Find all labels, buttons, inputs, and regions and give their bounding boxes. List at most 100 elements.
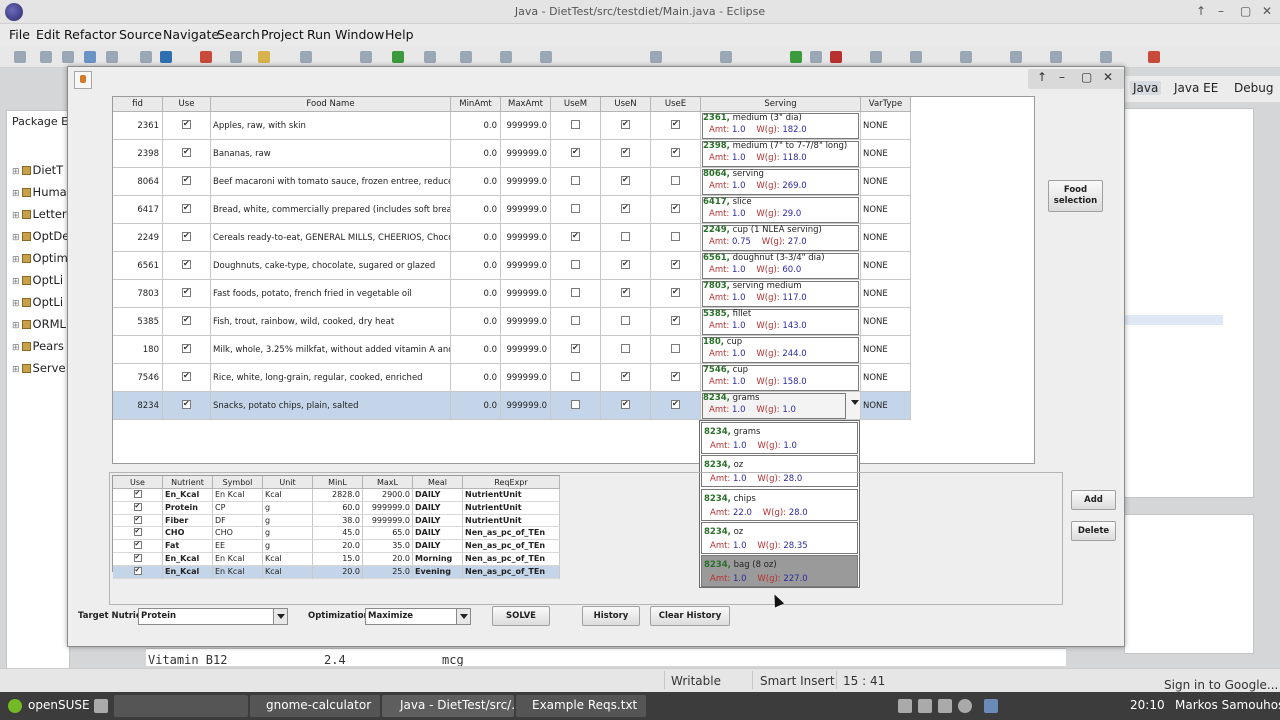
food-use-cell[interactable]: [163, 336, 211, 364]
food-usee-cell[interactable]: [651, 364, 701, 392]
serving-cell[interactable]: 6561, doughnut (3-3/4" dia) Amt: 1.0 W(g)…: [701, 252, 861, 280]
menu-search[interactable]: Search: [217, 27, 260, 42]
food-usen-checkbox[interactable]: [621, 232, 630, 241]
project-item[interactable]: ⊞ Pears: [12, 339, 64, 353]
food-usee-checkbox[interactable]: [671, 285, 680, 299]
dialog-maximize-icon[interactable]: ▢: [1081, 70, 1092, 84]
food-usem-cell[interactable]: [551, 168, 601, 196]
serving-option[interactable]: 8234, grams Amt: 1.0 W(g): 1.0: [701, 422, 858, 454]
nutrient-use-cell[interactable]: [113, 553, 163, 566]
terminate-icon[interactable]: [830, 51, 842, 63]
serving-cell[interactable]: 2361, medium (3" dia) Amt: 1.0 W(g): 182.…: [701, 112, 861, 140]
food-usen-checkbox[interactable]: [621, 344, 630, 353]
outline-view[interactable]: [1124, 108, 1254, 498]
food-usee-cell[interactable]: [651, 140, 701, 168]
chevron-down-icon[interactable]: [456, 609, 470, 624]
food-use-checkbox[interactable]: [182, 369, 191, 383]
task-view[interactable]: [1124, 514, 1254, 654]
serving-cell[interactable]: 2398, medium (7" to 7-7/8" long) Amt: 1.0…: [701, 140, 861, 168]
food-usem-checkbox[interactable]: [571, 260, 580, 269]
expand-icon[interactable]: ⊞: [12, 299, 20, 309]
food-usen-cell[interactable]: [601, 112, 651, 140]
col-usem[interactable]: UseM: [551, 97, 601, 112]
menu-run[interactable]: Run: [307, 27, 331, 42]
food-usee-cell[interactable]: [651, 196, 701, 224]
suspend-icon[interactable]: [810, 51, 822, 63]
food-use-checkbox[interactable]: [182, 257, 191, 271]
toggle-icon[interactable]: [300, 51, 312, 63]
food-usem-checkbox[interactable]: [571, 400, 580, 409]
ncol-nutrient[interactable]: Nutrient: [163, 476, 213, 489]
food-usen-cell[interactable]: [601, 308, 651, 336]
food-usee-cell[interactable]: [651, 308, 701, 336]
perspective-java[interactable]: Java: [1130, 81, 1162, 95]
print-icon[interactable]: [62, 51, 74, 63]
stop-icon[interactable]: [720, 51, 732, 63]
food-use-checkbox[interactable]: [182, 229, 191, 243]
forward-icon[interactable]: [1050, 51, 1062, 63]
ncol-maxl[interactable]: MaxL: [363, 476, 413, 489]
project-item[interactable]: ⊞ Serve: [12, 361, 66, 375]
google-sign-in[interactable]: Sign in to Google...: [1164, 678, 1279, 692]
menu-file[interactable]: File: [9, 27, 30, 42]
project-item[interactable]: ⊞ Optim: [12, 251, 68, 265]
col-usee[interactable]: UseE: [651, 97, 701, 112]
network-icon[interactable]: [918, 699, 932, 713]
nutrient-use-cell[interactable]: [113, 540, 163, 553]
system-tray-icon[interactable]: [938, 699, 952, 713]
chevron-down-icon[interactable]: [273, 609, 287, 624]
food-usen-cell[interactable]: [601, 364, 651, 392]
nutrient-use-checkbox[interactable]: [133, 515, 142, 526]
java-icon[interactable]: [160, 51, 172, 63]
last-edit-icon[interactable]: [1100, 51, 1112, 63]
expand-icon[interactable]: ⊞: [12, 277, 20, 287]
food-usee-checkbox[interactable]: [671, 176, 680, 185]
history-button[interactable]: History: [582, 606, 640, 626]
nutrient-use-checkbox[interactable]: [133, 527, 142, 538]
food-usen-checkbox[interactable]: [621, 316, 630, 325]
serving-cell[interactable]: 7546, cup Amt: 1.0 W(g): 158.0: [701, 364, 861, 392]
food-use-checkbox[interactable]: [182, 341, 191, 355]
taskbar-calculator[interactable]: gnome-calculator: [250, 695, 380, 717]
menu-source[interactable]: Source: [119, 27, 162, 42]
maximize-icon[interactable]: ▢: [1240, 4, 1251, 18]
food-usee-cell[interactable]: [651, 280, 701, 308]
food-use-cell[interactable]: [163, 168, 211, 196]
resume-icon[interactable]: [790, 51, 802, 63]
target-nutrient-combo[interactable]: Protein: [138, 608, 288, 625]
nutrient-use-cell[interactable]: [113, 565, 163, 579]
ncol-meal[interactable]: Meal: [413, 476, 463, 489]
food-usen-cell[interactable]: [601, 336, 651, 364]
delete-button[interactable]: Delete: [1071, 521, 1116, 541]
settings-icon[interactable]: [360, 51, 372, 63]
expand-icon[interactable]: ⊞: [12, 167, 20, 177]
food-usee-checkbox[interactable]: [671, 397, 680, 411]
history-back-icon[interactable]: [650, 51, 662, 63]
food-usem-checkbox[interactable]: [571, 120, 580, 129]
food-usem-cell[interactable]: [551, 336, 601, 364]
serving-cell[interactable]: 8064, serving Amt: 1.0 W(g): 269.0: [701, 168, 861, 196]
food-use-checkbox[interactable]: [182, 201, 191, 215]
next-annotation-icon[interactable]: [540, 51, 552, 63]
open-perspective-icon[interactable]: [460, 51, 472, 63]
solve-button[interactable]: SOLVE: [492, 606, 550, 626]
expand-icon[interactable]: ⊞: [12, 211, 20, 221]
perspective-java-ee[interactable]: Java EE: [1174, 81, 1218, 95]
external-tools-icon[interactable]: [424, 51, 436, 63]
food-usem-checkbox[interactable]: [571, 288, 580, 297]
step-return-icon[interactable]: [960, 51, 972, 63]
food-usen-checkbox[interactable]: [621, 257, 630, 271]
food-usee-cell[interactable]: [651, 112, 701, 140]
food-use-cell[interactable]: [163, 364, 211, 392]
debug-icon[interactable]: [84, 51, 96, 63]
food-usee-checkbox[interactable]: [671, 201, 680, 215]
menu-refactor[interactable]: Refactor: [64, 27, 116, 42]
expand-icon[interactable]: ⊞: [12, 255, 20, 265]
serving-cell[interactable]: 7803, serving medium Amt: 1.0 W(g): 117.0: [701, 280, 861, 308]
food-use-cell[interactable]: [163, 308, 211, 336]
serving-cell[interactable]: 8234, grams Amt: 1.0 W(g): 1.0: [701, 392, 861, 420]
expand-icon[interactable]: ⊞: [12, 365, 20, 375]
food-usee-checkbox[interactable]: [671, 313, 680, 327]
taskbar-user[interactable]: Markos Samouhos: [1175, 696, 1280, 716]
food-usen-cell[interactable]: [601, 280, 651, 308]
